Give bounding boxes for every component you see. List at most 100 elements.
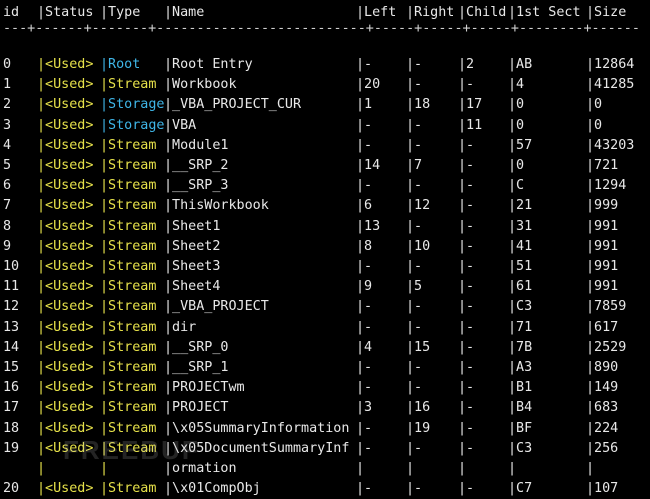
cell-id: 20 (3, 481, 20, 497)
cell-first-sect: |61 (508, 279, 533, 295)
cell-status: |<Used> (37, 481, 94, 497)
cell-name: |ormation (164, 461, 237, 476)
cell-left: |9 (356, 279, 373, 295)
cell-id: 11 (3, 279, 20, 295)
cell-status: |<Used> (37, 259, 94, 274)
cell-first-sect: |0 (508, 97, 525, 113)
cell-right: |5 (406, 279, 423, 295)
cell-size: |999 (586, 198, 619, 214)
cell-first-sect: |4 (508, 77, 525, 93)
cell-status: | (37, 461, 46, 476)
cell-status: |<Used> (37, 380, 94, 396)
cell-first-sect: |AB (508, 57, 533, 72)
cell-child: |- (458, 137, 475, 153)
cell-first-sect: |41 (508, 238, 533, 254)
cell-type: |Stream (100, 158, 157, 173)
cell-size: |991 (586, 279, 619, 295)
cell-child: |- (458, 360, 475, 375)
cell-type: |Stream (100, 178, 157, 194)
cell-left: |- (356, 259, 373, 274)
cell-size: |256 (586, 440, 619, 456)
cell-name: |Root Entry (164, 57, 253, 72)
cell-id: 19 (3, 440, 20, 456)
cell-name: |Sheet4 (164, 279, 221, 295)
cell-child: |11 (458, 117, 483, 133)
cell-first-sect: |21 (508, 198, 533, 214)
cell-status: |<Used> (37, 440, 94, 456)
header-status: |Status (37, 5, 94, 20)
cell-size: |149 (586, 380, 619, 396)
cell-name: |VBA (164, 117, 197, 133)
cell-type: |Stream (100, 299, 157, 315)
cell-child: |2 (458, 57, 475, 72)
cell-type: |Storage (100, 117, 165, 133)
cell-first-sect: |B4 (508, 400, 533, 416)
cell-size: |2529 (586, 339, 627, 355)
cell-left: |- (356, 420, 373, 436)
cell-type: |Stream (100, 238, 157, 254)
cell-size: |683 (586, 400, 619, 416)
cell-id: 14 (3, 339, 20, 355)
cell-right: | (406, 461, 415, 476)
cell-size: |991 (586, 218, 619, 234)
cell-status: |<Used> (37, 137, 94, 153)
cell-first-sect: |0 (508, 158, 525, 173)
cell-left: |14 (356, 158, 381, 173)
header-divider: ---+------+-------+---------------------… (3, 23, 640, 35)
cell-size: |721 (586, 158, 619, 173)
cell-right: |10 (406, 238, 431, 254)
cell-child: |- (458, 178, 475, 194)
cell-id: 3 (3, 117, 12, 133)
cell-type: |Stream (100, 400, 157, 416)
cell-first-sect: |B1 (508, 380, 533, 396)
cell-status: |<Used> (37, 117, 94, 133)
cell-left: |20 (356, 77, 381, 93)
cell-left: |13 (356, 218, 381, 234)
cell-right: |18 (406, 97, 431, 113)
header-size: |Size (586, 5, 627, 20)
cell-left: |- (356, 380, 373, 396)
cell-status: |<Used> (37, 319, 94, 335)
cell-id: 5 (3, 158, 12, 173)
cell-left: | (356, 461, 365, 476)
cell-name: |Sheet2 (164, 238, 221, 254)
cell-name: |__SRP_0 (164, 339, 229, 355)
cell-child: |- (458, 259, 475, 274)
cell-right: |19 (406, 420, 431, 436)
cell-child: |17 (458, 97, 483, 113)
cell-status: |<Used> (37, 360, 94, 375)
cell-status: |<Used> (37, 299, 94, 315)
cell-right: |- (406, 57, 423, 72)
cell-type: |Stream (100, 360, 157, 375)
cell-left: |- (356, 481, 373, 497)
cell-left: |3 (356, 400, 373, 416)
cell-name: |dir (164, 319, 197, 335)
cell-name: |Module1 (164, 137, 229, 153)
cell-left: |- (356, 319, 373, 335)
cell-name: |PROJECTwm (164, 380, 245, 396)
cell-left: |6 (356, 198, 373, 214)
cell-name: |_VBA_PROJECT_CUR (164, 97, 302, 113)
cell-status: |<Used> (37, 420, 94, 436)
cell-type: |Storage (100, 97, 165, 113)
cell-status: |<Used> (37, 400, 94, 416)
header-id: id (3, 5, 20, 20)
cell-left: |- (356, 299, 373, 315)
cell-left: |- (356, 360, 373, 375)
cell-right: |7 (406, 158, 423, 173)
cell-name: |__SRP_2 (164, 158, 229, 173)
cell-size: |0 (586, 97, 603, 113)
cell-right: |- (406, 440, 423, 456)
cell-right: |- (406, 319, 423, 335)
cell-right: |- (406, 380, 423, 396)
header-right: |Right (406, 5, 455, 20)
cell-size: |41285 (586, 77, 635, 93)
cell-name: |_VBA_PROJECT (164, 299, 269, 315)
cell-status: |<Used> (37, 57, 94, 72)
cell-id: 13 (3, 319, 20, 335)
cell-id: 0 (3, 57, 12, 72)
cell-id: 9 (3, 238, 12, 254)
cell-right: |- (406, 299, 423, 315)
cell-first-sect: |51 (508, 259, 533, 274)
cell-size: |617 (586, 319, 619, 335)
